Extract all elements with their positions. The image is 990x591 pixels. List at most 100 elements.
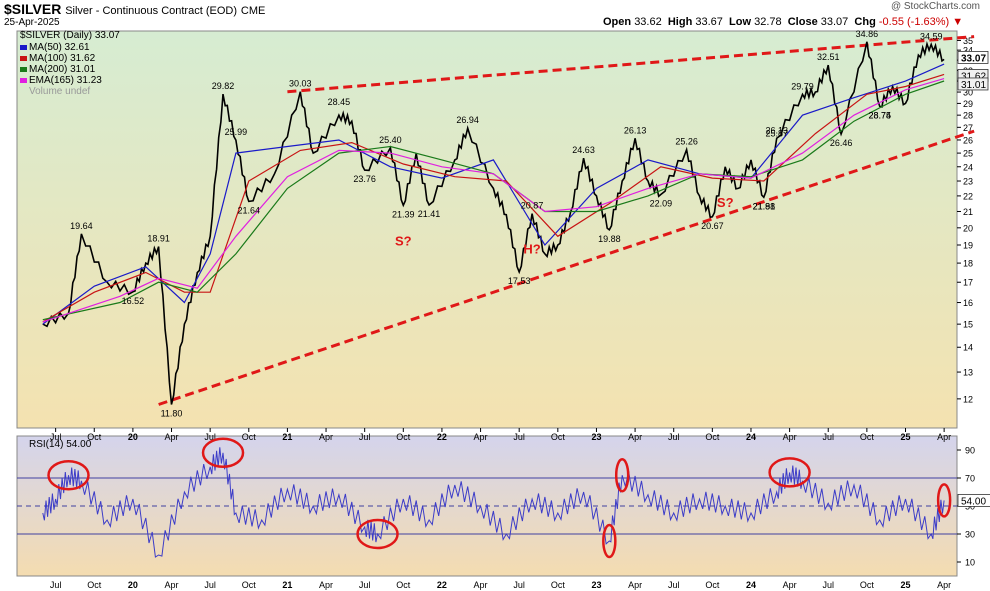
data-label: 29.79 bbox=[791, 81, 814, 91]
data-label: 25.99 bbox=[225, 127, 248, 137]
x-tick-label: Apr bbox=[165, 432, 179, 442]
rsi-x-tick-label: 24 bbox=[746, 580, 756, 590]
chart-canvas: 1213141516171819202122232425262728293031… bbox=[16, 29, 990, 590]
x-tick-label: 22 bbox=[437, 432, 447, 442]
x-tick-label: Apr bbox=[937, 432, 951, 442]
data-label: 26.94 bbox=[456, 115, 479, 125]
data-label: 18.91 bbox=[147, 234, 170, 244]
data-label: 20.67 bbox=[701, 221, 724, 231]
pattern-annotation: H? bbox=[523, 242, 540, 257]
x-tick-label: 25 bbox=[900, 432, 910, 442]
rsi-x-tick-label: Apr bbox=[937, 580, 951, 590]
data-label: 20.87 bbox=[521, 201, 544, 211]
y-tick-label: 13 bbox=[963, 368, 973, 378]
legend-ma100: MA(100) 31.62 bbox=[29, 53, 96, 64]
y-tick-label: 20 bbox=[963, 223, 973, 233]
data-label: 17.53 bbox=[508, 276, 531, 286]
data-label: 24.63 bbox=[572, 145, 595, 155]
rsi-x-tick-label: 20 bbox=[128, 580, 138, 590]
rsi-y-tick-label: 70 bbox=[965, 474, 975, 484]
rsi-x-tick-label: Jul bbox=[50, 580, 62, 590]
rsi-y-tick-label: 30 bbox=[965, 530, 975, 540]
y-tick-label: 14 bbox=[963, 343, 973, 353]
legend-ma200: MA(200) 31.01 bbox=[29, 64, 96, 75]
rsi-x-tick-label: Oct bbox=[551, 580, 566, 590]
rsi-x-tick-label: Jul bbox=[513, 580, 525, 590]
pattern-annotation: S? bbox=[395, 233, 412, 248]
y-tick-label: 24 bbox=[963, 162, 973, 172]
rsi-x-tick-label: 21 bbox=[282, 580, 292, 590]
x-tick-label: Jul bbox=[668, 432, 680, 442]
x-tick-label: Jul bbox=[822, 432, 834, 442]
data-label: 25.40 bbox=[379, 135, 402, 145]
x-tick-label: 23 bbox=[591, 432, 601, 442]
rsi-x-tick-label: 25 bbox=[900, 580, 910, 590]
legend-swatch bbox=[20, 78, 27, 83]
y-tick-label: 23 bbox=[963, 177, 973, 187]
rsi-x-tick-label: Apr bbox=[165, 580, 179, 590]
y-tick-label: 28 bbox=[963, 111, 973, 121]
data-label: 21.64 bbox=[238, 205, 261, 215]
legend-swatch bbox=[20, 56, 27, 61]
rsi-value-tag: 54.00 bbox=[961, 496, 986, 507]
x-tick-label: 20 bbox=[128, 432, 138, 442]
data-label: 26.46 bbox=[830, 138, 853, 148]
x-tick-label: Oct bbox=[551, 432, 566, 442]
y-tick-label: 29 bbox=[963, 99, 973, 109]
rsi-x-tick-label: Jul bbox=[822, 580, 834, 590]
data-label: 19.88 bbox=[598, 234, 621, 244]
x-tick-label: Oct bbox=[860, 432, 875, 442]
x-tick-label: Apr bbox=[783, 432, 797, 442]
y-tick-label: 21 bbox=[963, 207, 973, 217]
y-tick-label: 26 bbox=[963, 135, 973, 145]
y-tick-label: 22 bbox=[963, 191, 973, 201]
legend-ema165: EMA(165) 31.23 bbox=[29, 75, 102, 86]
data-label: 28.75 bbox=[868, 110, 891, 120]
data-label: 23.76 bbox=[353, 174, 376, 184]
rsi-y-tick-label: 10 bbox=[965, 558, 975, 568]
rsi-x-tick-label: 23 bbox=[591, 580, 601, 590]
x-tick-label: Oct bbox=[396, 432, 411, 442]
rsi-x-tick-label: Jul bbox=[204, 580, 216, 590]
x-tick-label: 21 bbox=[282, 432, 292, 442]
data-label: 34.59 bbox=[920, 31, 943, 41]
pattern-annotation: S? bbox=[717, 195, 734, 210]
y-tick-label: 12 bbox=[963, 394, 973, 404]
rsi-x-tick-label: Oct bbox=[396, 580, 411, 590]
data-label: 26.13 bbox=[765, 125, 788, 135]
data-label: 16.52 bbox=[122, 296, 145, 306]
rsi-x-tick-label: Apr bbox=[628, 580, 642, 590]
data-label: 29.82 bbox=[212, 81, 235, 91]
data-label: 21.39 bbox=[392, 209, 415, 219]
data-label: 26.13 bbox=[624, 125, 647, 135]
x-tick-label: Oct bbox=[242, 432, 257, 442]
data-label: 32.51 bbox=[817, 52, 840, 62]
rsi-x-tick-label: Oct bbox=[705, 580, 720, 590]
data-label: 28.45 bbox=[328, 97, 351, 107]
y-tick-label: 25 bbox=[963, 149, 973, 159]
x-tick-label: 24 bbox=[746, 432, 756, 442]
rsi-y-tick-label: 90 bbox=[965, 446, 975, 456]
legend-ma50: MA(50) 32.61 bbox=[29, 42, 90, 53]
x-tick-label: Jul bbox=[359, 432, 371, 442]
y-tick-label: 16 bbox=[963, 298, 973, 308]
y-tick-label: 18 bbox=[963, 259, 973, 269]
data-label: 34.86 bbox=[856, 29, 879, 39]
rsi-x-tick-label: Oct bbox=[860, 580, 875, 590]
rsi-x-tick-label: Apr bbox=[319, 580, 333, 590]
rsi-x-tick-label: Jul bbox=[668, 580, 680, 590]
x-tick-label: Apr bbox=[628, 432, 642, 442]
rsi-x-tick-label: Jul bbox=[359, 580, 371, 590]
price-panel bbox=[16, 30, 958, 429]
y-tick-label: 19 bbox=[963, 240, 973, 250]
rsi-x-tick-label: Apr bbox=[474, 580, 488, 590]
rsi-legend: RSI(14) 54.00 bbox=[29, 439, 92, 450]
legend-volume: Volume undef bbox=[29, 86, 90, 97]
x-tick-label: Jul bbox=[513, 432, 525, 442]
y-tick-label: 15 bbox=[963, 320, 973, 330]
legend-swatch bbox=[20, 67, 27, 72]
data-label: 30.03 bbox=[289, 79, 312, 89]
data-label: 25.26 bbox=[675, 137, 698, 147]
x-tick-label: Apr bbox=[474, 432, 488, 442]
x-tick-label: Apr bbox=[319, 432, 333, 442]
